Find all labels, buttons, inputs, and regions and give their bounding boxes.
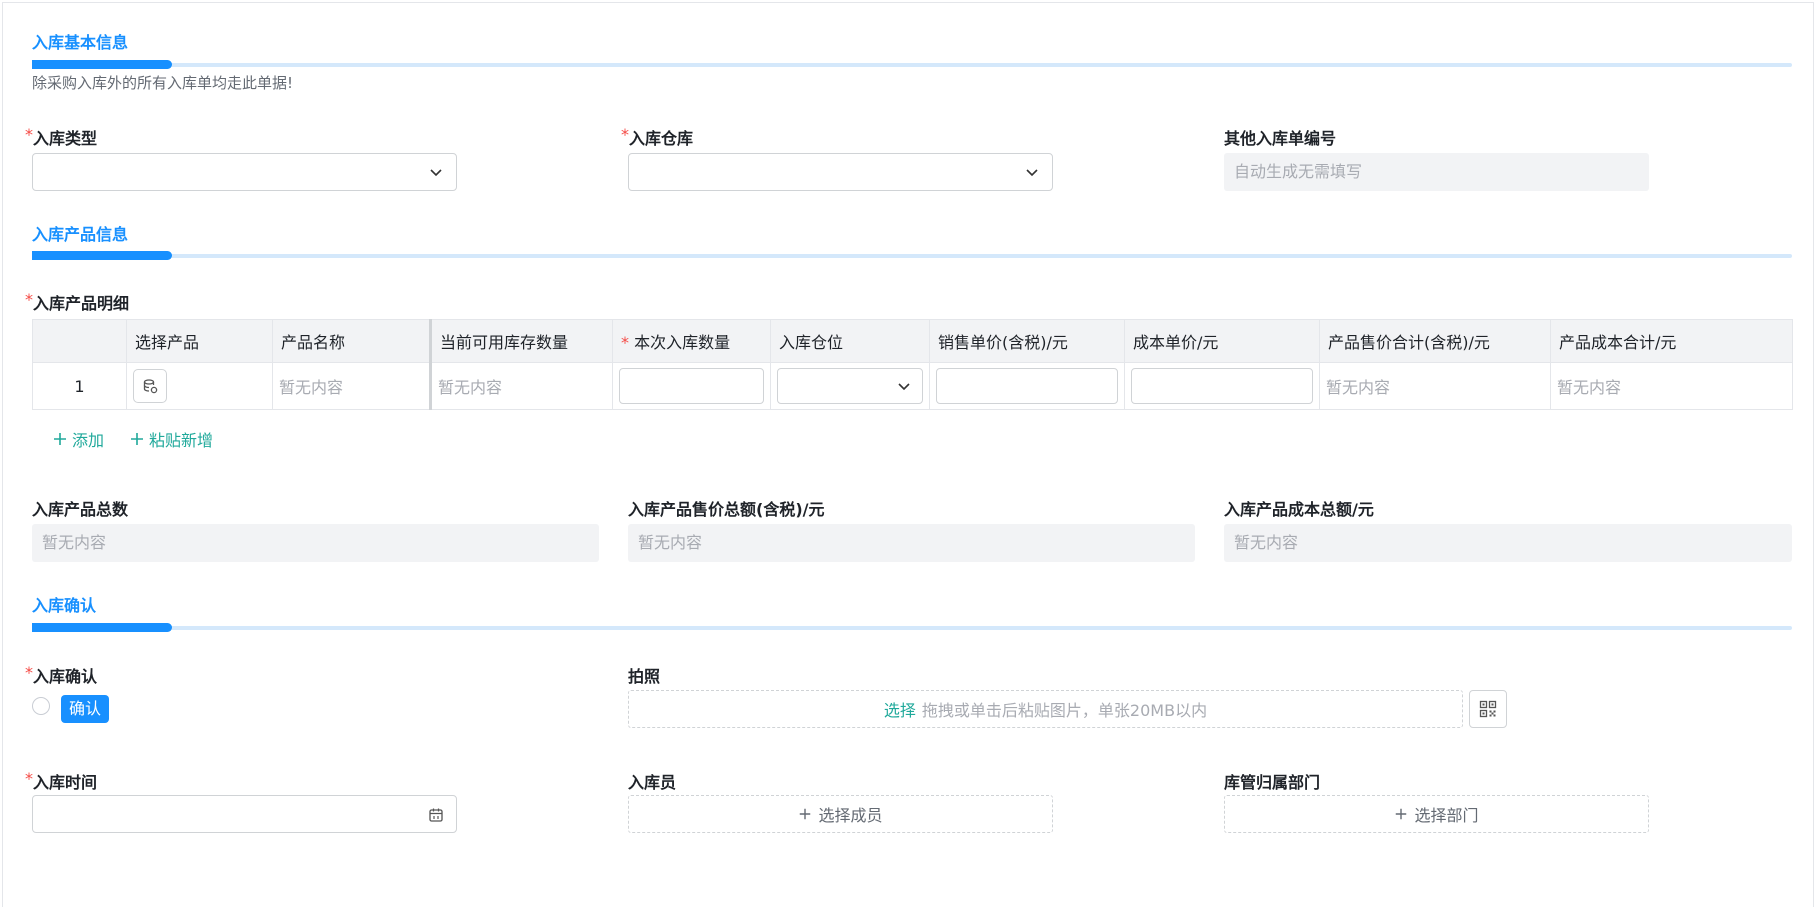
photo-select-link[interactable]: 选择 <box>884 697 916 721</box>
required-mark: * <box>25 125 33 144</box>
select-member-button[interactable]: 选择成员 <box>628 795 1053 833</box>
label-total-cost: 入库产品成本总额/元 <box>1224 500 1374 519</box>
plus-icon <box>1396 808 1407 820</box>
table-header-row: 选择产品 产品名称 当前可用库存数量 * 本次入库数量 入库仓位 销售单价(含税… <box>32 319 1793 363</box>
section-title-basic: 入库基本信息 <box>32 33 129 52</box>
section-title-confirm: 入库确认 <box>32 596 97 615</box>
location-select[interactable] <box>777 368 923 404</box>
label-total-count: 入库产品总数 <box>32 500 129 519</box>
chevron-down-icon <box>1026 169 1038 177</box>
basic-description: 除采购入库外的所有入库单均走此单据! <box>32 74 294 92</box>
product-name-cell: 暂无内容 <box>272 362 432 410</box>
inbound-qty-input[interactable] <box>619 368 764 404</box>
chevron-down-icon <box>430 169 442 177</box>
col-location: 入库仓位 <box>770 319 930 363</box>
plus-icon <box>800 808 811 820</box>
label-order-number: 其他入库单编号 <box>1224 129 1337 148</box>
warehouse-select[interactable] <box>628 153 1053 191</box>
photo-hint: 拖拽或单击后粘贴图片，单张20MB以内 <box>921 701 1208 720</box>
label-department: 库管归属部门 <box>1224 773 1321 792</box>
section-divider-basic <box>32 60 1792 69</box>
plus-icon <box>131 433 143 445</box>
cost-price-cell <box>1124 362 1320 410</box>
col-inbound-qty-label: 本次入库数量 <box>634 333 731 352</box>
col-select-product: 选择产品 <box>126 319 273 363</box>
select-member-label: 选择成员 <box>818 806 883 825</box>
sale-price-cell <box>929 362 1125 410</box>
add-row-label: 添加 <box>72 431 105 450</box>
total-sale-field: 暂无内容 <box>628 524 1195 562</box>
required-mark: * <box>25 663 33 682</box>
cost-total-cell: 暂无内容 <box>1550 362 1793 410</box>
total-cost-field: 暂无内容 <box>1224 524 1792 562</box>
label-warehouse: 入库仓库 <box>629 129 694 148</box>
table-row: 1 暂无内容 暂无内容 暂无内容 暂无内容 <box>32 362 1793 410</box>
col-cost-total: 产品成本合计/元 <box>1550 319 1793 363</box>
sale-price-input[interactable] <box>936 368 1118 404</box>
required-mark: * <box>621 333 629 352</box>
database-icon <box>143 379 158 394</box>
section-title-product: 入库产品信息 <box>32 225 129 244</box>
select-product-button[interactable] <box>133 369 167 403</box>
label-confirm: 入库确认 <box>33 667 98 686</box>
order-number-field: 自动生成无需填写 <box>1224 153 1649 191</box>
required-mark: * <box>621 125 629 144</box>
col-available-stock: 当前可用库存数量 <box>430 319 613 363</box>
chevron-down-icon <box>898 383 910 391</box>
select-department-button[interactable]: 选择部门 <box>1224 795 1649 833</box>
col-sale-total: 产品售价合计(含税)/元 <box>1319 319 1551 363</box>
total-count-field: 暂无内容 <box>32 524 599 562</box>
paste-add-label: 粘贴新增 <box>149 431 214 450</box>
location-cell <box>770 362 930 410</box>
select-product-cell <box>126 362 273 410</box>
confirm-tag[interactable]: 确认 <box>61 695 110 723</box>
plus-icon <box>54 433 66 445</box>
row-index: 1 <box>32 362 127 410</box>
add-row-button[interactable]: 添加 <box>52 427 104 451</box>
label-product-detail: 入库产品明细 <box>33 294 130 313</box>
label-staff: 入库员 <box>628 773 677 792</box>
select-department-label: 选择部门 <box>1414 806 1479 825</box>
calendar-icon <box>429 808 443 822</box>
inbound-qty-cell <box>612 362 771 410</box>
label-inbound-type: 入库类型 <box>33 129 98 148</box>
col-cost-price: 成本单价/元 <box>1124 319 1320 363</box>
qr-code-icon <box>1479 700 1497 718</box>
paste-add-button[interactable]: 粘贴新增 <box>129 427 213 451</box>
qr-code-button[interactable] <box>1469 690 1507 728</box>
col-product-name: 产品名称 <box>272 319 432 363</box>
cost-price-input[interactable] <box>1131 368 1313 404</box>
section-divider-product <box>32 251 1792 260</box>
available-stock-cell: 暂无内容 <box>430 362 613 410</box>
required-mark: * <box>25 769 33 788</box>
label-inbound-time: 入库时间 <box>33 773 98 792</box>
product-table: 选择产品 产品名称 当前可用库存数量 * 本次入库数量 入库仓位 销售单价(含税… <box>32 319 1793 410</box>
confirm-radio[interactable] <box>32 697 50 715</box>
inbound-time-picker[interactable] <box>32 795 457 833</box>
inbound-type-select[interactable] <box>32 153 457 191</box>
photo-upload-area[interactable]: 选择 拖拽或单击后粘贴图片，单张20MB以内 <box>628 690 1463 728</box>
col-sale-price: 销售单价(含税)/元 <box>929 319 1125 363</box>
label-photo: 拍照 <box>628 667 661 686</box>
section-divider-confirm <box>32 623 1792 632</box>
required-mark: * <box>25 290 33 309</box>
col-index <box>32 319 127 363</box>
page-frame <box>2 2 1814 907</box>
sale-total-cell: 暂无内容 <box>1319 362 1551 410</box>
label-total-sale: 入库产品售价总额(含税)/元 <box>628 500 825 519</box>
col-inbound-qty: * 本次入库数量 <box>612 319 771 363</box>
